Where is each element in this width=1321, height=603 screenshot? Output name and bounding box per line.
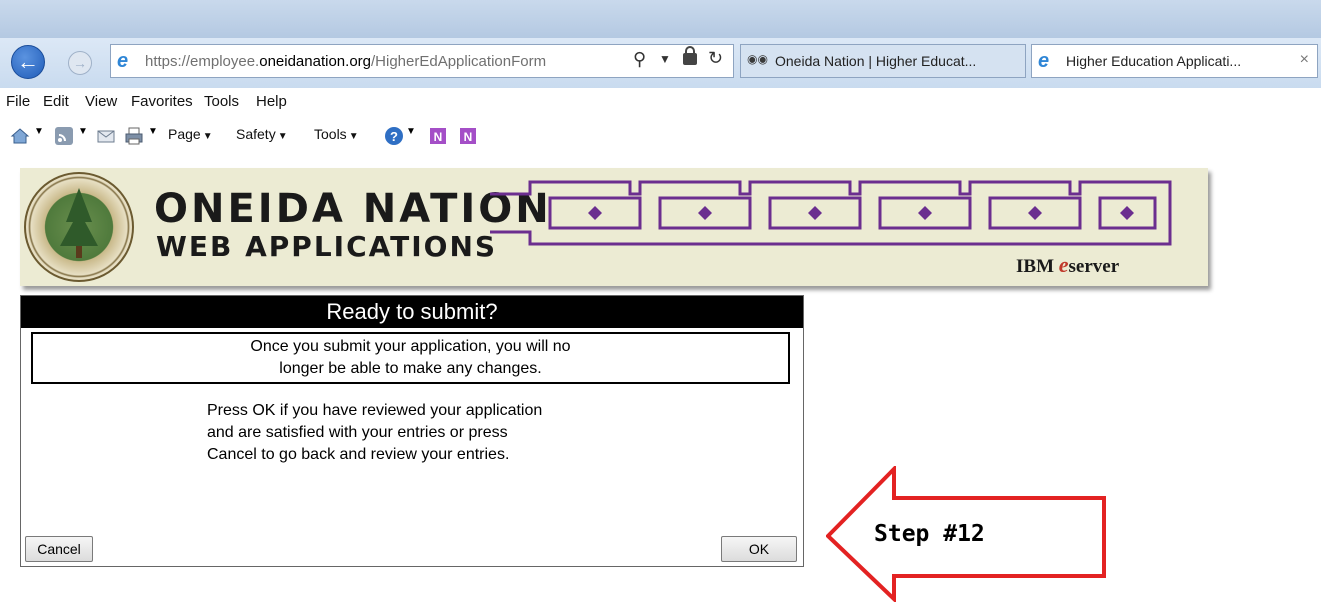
oneida-nation-banner: ONEIDA NATION WEB APPLICATIONS IBM eserv… <box>20 168 1208 286</box>
menu-tools[interactable]: Tools <box>204 93 239 110</box>
forward-button[interactable]: → <box>68 51 92 75</box>
ie-icon: e <box>1038 50 1050 72</box>
cancel-button[interactable]: Cancel <box>25 536 93 562</box>
command-bar: ▼ ▼ ▼ Page ▼ Safety ▼ Tools ▼ ? ▼ N N <box>0 118 1321 156</box>
ie-icon: e <box>117 50 129 72</box>
instruction-line-2: and are satisfied with your entries or p… <box>207 424 508 441</box>
menu-edit[interactable]: Edit <box>43 93 69 110</box>
url-text[interactable]: https://employee.oneidanation.org/Higher… <box>145 53 546 70</box>
chevron-down-icon[interactable]: ▼ <box>406 126 426 146</box>
rss-feed-icon[interactable] <box>54 126 74 146</box>
tools-menu-button[interactable]: Tools ▼ <box>314 126 359 142</box>
onenote-icon[interactable]: N <box>428 126 448 146</box>
svg-text:N: N <box>464 130 473 144</box>
chevron-down-icon[interactable]: ▼ <box>148 126 168 146</box>
warning-line-1: Once you submit your application, you wi… <box>250 338 571 355</box>
chevron-down-icon[interactable]: ▼ <box>659 52 671 66</box>
onenote-linked-icon[interactable]: N <box>458 126 478 146</box>
mail-icon[interactable] <box>96 126 116 146</box>
chevron-down-icon[interactable]: ▼ <box>34 126 54 146</box>
instruction-line-3: Cancel to go back and review your entrie… <box>207 446 510 463</box>
instructions: Press OK if you have reviewed your appli… <box>207 400 627 466</box>
brand-subtitle: WEB APPLICATIONS <box>156 230 498 263</box>
refresh-icon[interactable]: ↻ <box>708 48 723 69</box>
url-path: /HigherEdApplicationForm <box>371 53 547 70</box>
oneida-nation-seal-icon <box>24 172 134 282</box>
submit-confirmation-dialog: Ready to submit? Once you submit your ap… <box>20 295 804 567</box>
page-menu-label: Page <box>168 126 201 142</box>
tools-menu-label: Tools <box>314 126 347 142</box>
tab-label: Oneida Nation | Higher Educat... <box>775 53 977 69</box>
menu-help[interactable]: Help <box>256 93 287 110</box>
ok-button[interactable]: OK <box>721 536 797 562</box>
lock-icon[interactable] <box>683 46 697 65</box>
home-icon[interactable] <box>10 126 30 146</box>
ibm-text: IBM <box>1016 256 1054 277</box>
instruction-line-1: Press OK if you have reviewed your appli… <box>207 402 543 419</box>
oneida-favicon-icon: ◉◉ <box>747 52 768 66</box>
menu-bar: File Edit View Favorites Tools Help <box>0 88 1321 118</box>
search-icon[interactable]: ⚲ <box>633 49 646 70</box>
eserver-e: e <box>1058 252 1069 277</box>
url-domain: oneidanation.org <box>259 53 371 70</box>
ibm-eserver-logo: IBM eserver <box>1016 252 1119 278</box>
menu-view[interactable]: View <box>85 93 117 110</box>
wampum-belt-pattern <box>490 180 1172 246</box>
step-label: Step #12 <box>874 521 985 547</box>
address-bar[interactable]: e https://employee.oneidanation.org/High… <box>110 44 734 78</box>
chevron-down-icon[interactable]: ▼ <box>78 126 98 146</box>
dialog-title: Ready to submit? <box>21 296 803 328</box>
window-titlebar <box>0 0 1321 38</box>
menu-file[interactable]: File <box>6 93 30 110</box>
page-menu-button[interactable]: Page ▼ <box>168 126 213 142</box>
warning-line-2: longer be able to make any changes. <box>279 360 542 377</box>
tab-higher-education-application[interactable]: e Higher Education Applicati... × <box>1031 44 1318 78</box>
tab-label: Higher Education Applicati... <box>1066 53 1242 69</box>
menu-favorites[interactable]: Favorites <box>131 93 193 110</box>
print-icon[interactable] <box>124 126 144 146</box>
svg-text:N: N <box>434 130 443 144</box>
navigation-bar: ← → e https://employee.oneidanation.org/… <box>0 38 1321 89</box>
tab-oneida-nation[interactable]: ◉◉ Oneida Nation | Higher Educat... <box>740 44 1026 78</box>
svg-text:?: ? <box>390 129 398 144</box>
help-icon[interactable]: ? <box>384 126 404 146</box>
back-button[interactable]: ← <box>11 45 45 79</box>
safety-menu-button[interactable]: Safety ▼ <box>236 126 288 142</box>
url-prefix: https://employee. <box>145 53 260 70</box>
eserver-text: server <box>1068 256 1120 277</box>
close-icon[interactable]: × <box>1300 51 1309 69</box>
safety-menu-label: Safety <box>236 126 276 142</box>
warning-box: Once you submit your application, you wi… <box>31 332 790 384</box>
